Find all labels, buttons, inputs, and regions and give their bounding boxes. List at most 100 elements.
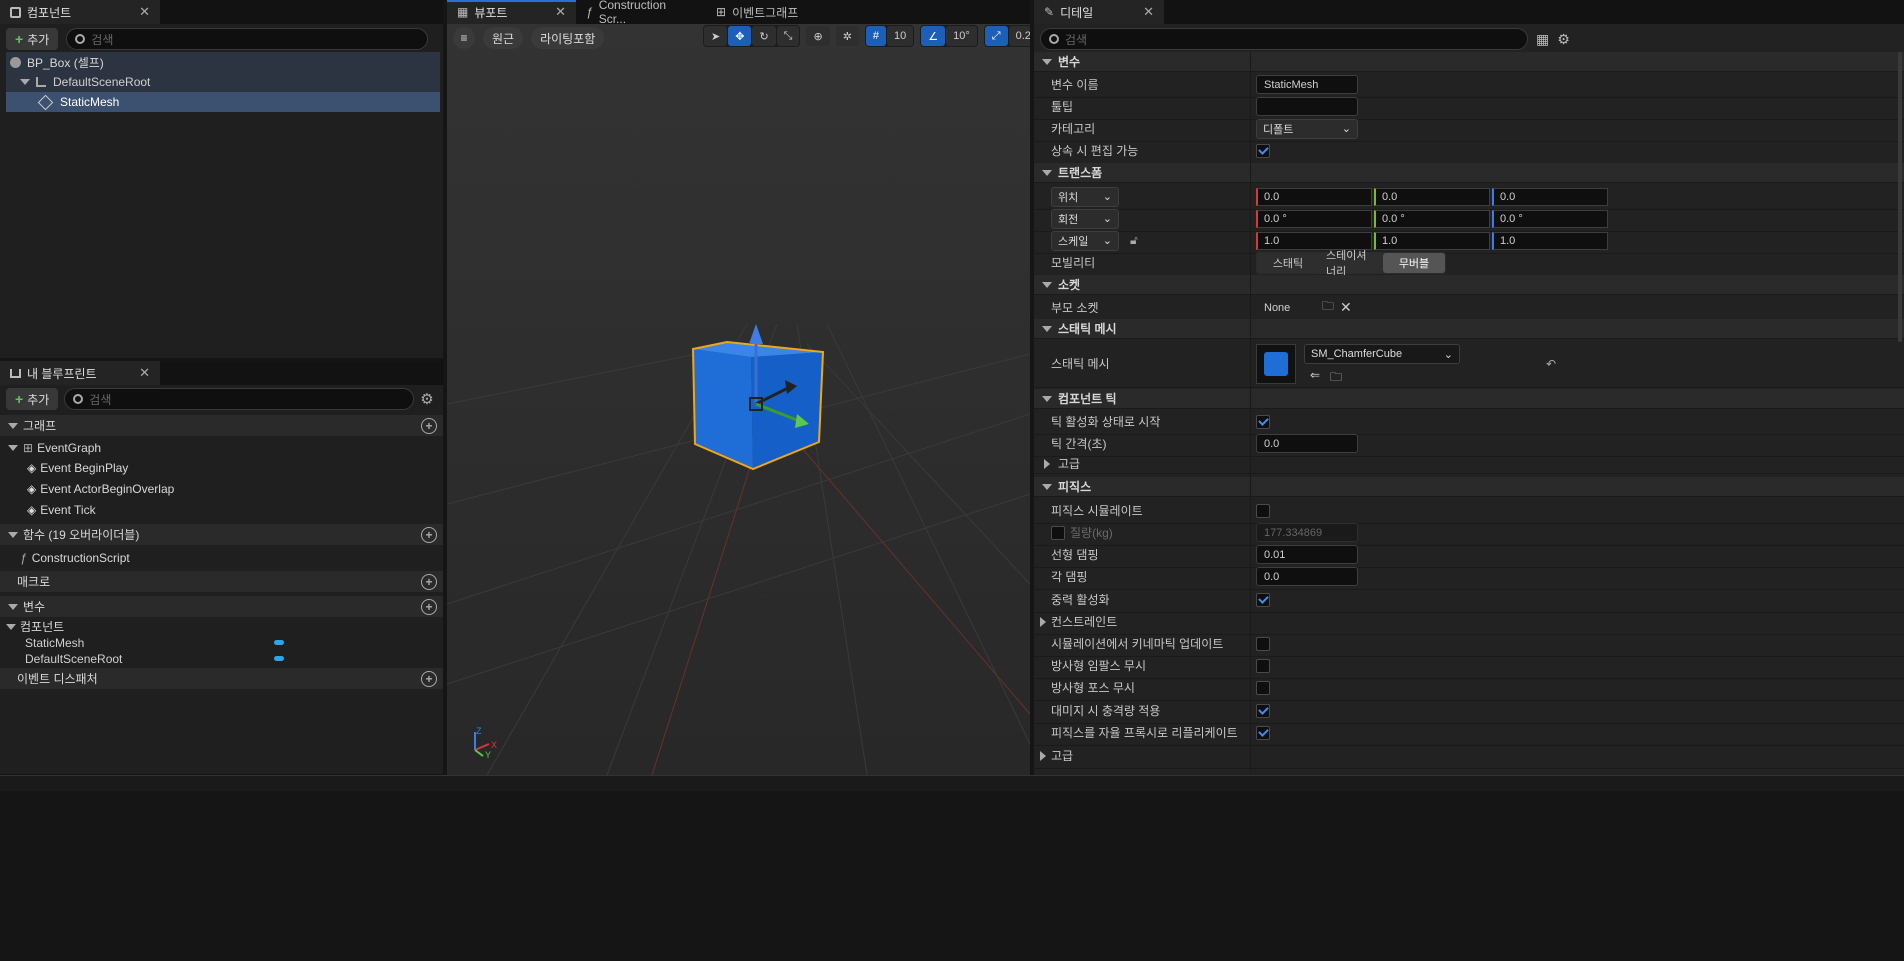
details-scrollbar[interactable] [1898,52,1902,342]
section-tick-advanced[interactable]: 고급 [1034,454,1904,474]
mesh-thumbnail[interactable] [1256,344,1296,384]
gear-icon[interactable]: ⚙ [1557,31,1570,48]
tree-item-static-mesh[interactable]: StaticMesh [6,92,440,112]
section-variables[interactable]: 변수 + [0,596,443,617]
event-item[interactable]: ◈ Event BeginPlay [0,458,443,478]
section-variable[interactable]: 변수 [1034,52,1904,72]
perspective-button[interactable]: 원근 [483,27,524,49]
section-physics-advanced[interactable]: 고급 [1034,743,1904,769]
scale-snap-value[interactable]: 0.25 [1008,26,1030,46]
collapse-icon[interactable] [8,531,18,538]
expand-icon[interactable] [1040,750,1046,761]
add-macro-icon[interactable]: + [421,573,437,590]
tree-item-self[interactable]: BP_Box (셀프) [6,52,440,72]
details-search-input[interactable]: 검색 [1040,28,1528,50]
simulate-physics-checkbox[interactable] [1256,503,1270,518]
tab-components[interactable]: 컴포넌트 ✕ [0,0,160,24]
collapse-icon[interactable] [8,603,18,610]
rotate-mode-icon[interactable]: ↻ [752,26,776,46]
blueprint-search-input[interactable]: 검색 [64,388,415,410]
add-variable-icon[interactable]: + [421,598,437,615]
gear-icon[interactable]: ⚙ [420,390,433,408]
tab-event-graph[interactable]: ⊞ 이벤트그래프 [706,0,836,24]
rotation-snap-value[interactable]: 10° [946,26,977,46]
gravity-checkbox[interactable] [1256,592,1270,607]
replicate-physics-checkbox[interactable] [1256,725,1270,740]
kinematic-checkbox[interactable] [1256,636,1270,651]
section-sockets[interactable]: 소켓 [1034,275,1904,295]
translate-mode-icon[interactable]: ✥ [728,26,752,46]
rotation-y-field[interactable]: 0.0 ° [1374,209,1490,228]
collapse-icon[interactable] [1042,483,1052,490]
browse-folder-icon[interactable]: 🗀︎ [1322,297,1334,318]
close-icon[interactable]: ✕ [1143,4,1154,20]
damage-impulse-checkbox[interactable] [1256,703,1270,718]
tick-start-checkbox[interactable] [1256,414,1270,429]
add-blueprint-item-button[interactable]: + 추가 [6,388,59,410]
mobility-stationary-button[interactable]: 스테이셔너리 [1319,250,1383,278]
rotation-snap-icon[interactable]: ∠ [921,26,946,46]
add-component-button[interactable]: + 추가 [6,28,59,50]
location-y-field[interactable]: 0.0 [1374,187,1490,206]
mass-override-checkbox[interactable] [1051,525,1065,540]
surface-snap-icon[interactable]: ✲ [835,26,859,46]
expand-icon[interactable] [1044,458,1050,469]
tab-details[interactable]: ✎ 디테일 ✕ [1034,0,1164,24]
collapse-icon[interactable] [1042,281,1052,288]
table-view-icon[interactable]: ▦ [1536,31,1549,48]
tab-my-blueprint[interactable]: 내 블루프린트 ✕ [0,361,160,385]
collapse-icon[interactable] [1042,325,1052,332]
tab-construction-script[interactable]: ƒ Construction Scr... [576,0,706,26]
scale-z-field[interactable]: 1.0 [1492,231,1608,250]
add-graph-icon[interactable]: + [421,417,437,434]
scale-snap-icon[interactable]: ⤢ [984,26,1008,46]
close-icon[interactable]: ✕ [139,4,150,20]
rotation-x-field[interactable]: 0.0 ° [1256,209,1372,228]
lighting-mode-button[interactable]: 라이팅포함 [531,27,605,49]
ignore-radial-impulse-checkbox[interactable] [1256,658,1270,673]
section-macros[interactable]: 매크로 + [0,571,443,592]
use-selected-icon[interactable]: ⇐ [1310,368,1320,382]
section-transform[interactable]: 트랜스폼 [1034,163,1904,183]
expand-icon[interactable] [1040,616,1046,627]
event-item[interactable]: ◈ Event ActorBeginOverlap [0,479,443,499]
section-graphs[interactable]: 그래프 + [0,415,443,436]
close-icon[interactable]: ✕ [555,4,566,20]
rotation-z-field[interactable]: 0.0 ° [1492,209,1608,228]
section-dispatchers[interactable]: 이벤트 디스패처 + [0,668,443,689]
close-icon[interactable]: ✕ [139,365,150,381]
add-dispatcher-icon[interactable]: + [421,670,437,687]
scale-y-field[interactable]: 1.0 [1374,231,1490,250]
location-x-field[interactable]: 0.0 [1256,187,1372,206]
collapse-icon[interactable] [6,623,16,630]
parent-socket-value[interactable]: None [1256,298,1316,317]
tree-item-scene-root[interactable]: DefaultSceneRoot [6,72,440,92]
section-static-mesh[interactable]: 스태틱 메시 [1034,319,1904,339]
linear-damping-input[interactable]: 0.01 [1256,545,1358,564]
mobility-movable-button[interactable]: 무버블 [1383,252,1445,273]
function-item[interactable]: ƒ ConstructionScript [0,548,443,568]
section-physics[interactable]: 피직스 [1034,477,1904,497]
event-graph-item[interactable]: ⊞ EventGraph [0,438,443,458]
variable-item[interactable]: DefaultSceneRoot [0,650,443,667]
grid-snap-icon[interactable]: # [865,26,887,46]
mobility-static-button[interactable]: 스태틱 [1257,252,1319,273]
static-mesh-dropdown[interactable]: SM_ChamferCube ⌄ [1304,344,1460,364]
angular-damping-input[interactable]: 0.0 [1256,567,1358,586]
rotation-mode-dropdown[interactable]: 회전 ⌄ [1051,208,1119,229]
scale-mode-icon[interactable]: ⤡ [776,26,800,46]
variable-item[interactable]: StaticMesh [0,634,443,651]
reset-to-default-icon[interactable]: ↶ [1546,357,1556,371]
viewport-menu-button[interactable]: ≡ [453,27,475,49]
collapse-icon[interactable] [1042,58,1052,65]
variable-name-input[interactable]: StaticMesh [1256,75,1358,94]
ignore-radial-force-checkbox[interactable] [1256,680,1270,695]
select-mode-icon[interactable]: ➤ [704,26,728,46]
location-z-field[interactable]: 0.0 [1492,187,1608,206]
components-search-input[interactable]: 검색 [66,28,429,50]
tooltip-input[interactable] [1256,97,1358,116]
collapse-icon[interactable] [20,79,30,85]
scale-mode-dropdown[interactable]: 스케일 ⌄ [1051,230,1119,251]
browse-asset-icon[interactable]: 🗀︎ [1330,368,1342,389]
lock-icon[interactable]: 🔓︎ [1130,233,1138,248]
